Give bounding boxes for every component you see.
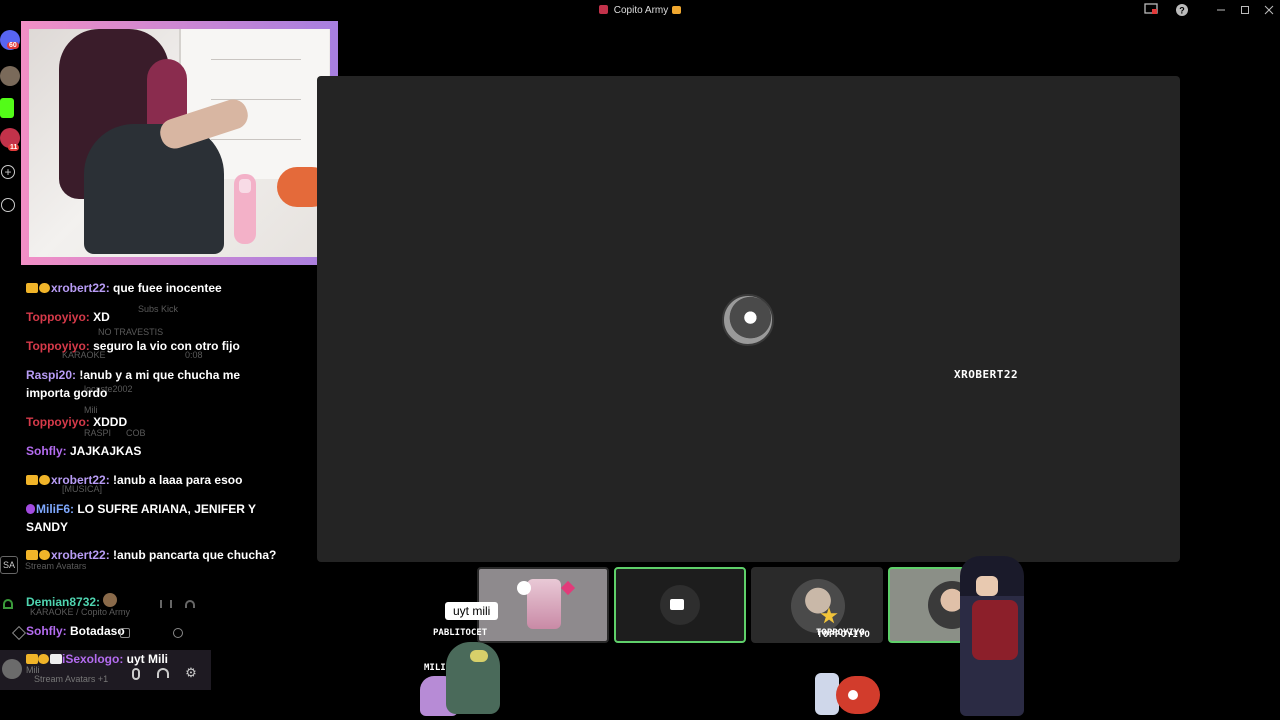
mail-badge-icon bbox=[50, 654, 62, 664]
chat-message: Raspi20: !anub y a mi que chucha me impo… bbox=[26, 366, 278, 402]
cat-emoji-icon bbox=[672, 6, 682, 14]
chat-message: Toppoyiyo: XD bbox=[26, 308, 278, 326]
webcam-overlay bbox=[21, 21, 338, 265]
pixel-avatar-sprite bbox=[836, 676, 880, 714]
crown-badge-icon bbox=[26, 283, 38, 293]
disconnect-icon[interactable] bbox=[185, 600, 195, 608]
server-avatar-icon[interactable] bbox=[0, 66, 20, 86]
voice-controls-ghost: SA bbox=[0, 553, 211, 643]
soundboard-icon[interactable] bbox=[173, 628, 183, 638]
close-icon[interactable] bbox=[1261, 3, 1277, 19]
window-title-text: Copito Army bbox=[613, 5, 669, 16]
speaker-name: XROBERT22 bbox=[954, 368, 1019, 381]
svg-text:?: ? bbox=[1179, 6, 1185, 16]
user-panel: iSexologo: uyt Mili Mili Stream Avatars … bbox=[0, 650, 211, 690]
kick-server-icon[interactable] bbox=[0, 98, 14, 118]
chat-text: seguro la vio con otro fijo bbox=[89, 339, 240, 353]
chat-username[interactable]: Raspi20: bbox=[26, 368, 76, 382]
camera-icon bbox=[670, 599, 684, 610]
microphone-icon[interactable] bbox=[132, 668, 140, 680]
chat-username[interactable]: iSexologo: bbox=[62, 652, 123, 666]
ghost-channel: NO TRAVESTIS bbox=[98, 327, 164, 337]
server-icon bbox=[598, 5, 608, 14]
screenshare-icon[interactable] bbox=[1143, 3, 1159, 19]
chat-username[interactable]: xrobert22: bbox=[51, 473, 110, 487]
one-badge-icon bbox=[39, 283, 50, 293]
avatar-name-label: PABLITOCET bbox=[433, 628, 488, 638]
headphones-icon[interactable] bbox=[157, 668, 169, 678]
chat-username[interactable]: Sohfly: bbox=[26, 444, 67, 458]
window-title: Copito Army bbox=[0, 5, 1280, 16]
settings-gear-icon[interactable]: ⚙ bbox=[184, 666, 198, 680]
title-bar: Copito Army ? bbox=[0, 0, 1280, 22]
chat-text: que fuee inocentee bbox=[109, 281, 222, 295]
chat-message: iSexologo: uyt Mili bbox=[26, 652, 206, 666]
chat-text: !anub a laaa para esoo bbox=[109, 473, 243, 487]
pixel-avatar-detail bbox=[470, 650, 488, 662]
heart-eyes-emoji-icon bbox=[517, 581, 531, 595]
chat-username[interactable]: MiliF6: bbox=[36, 502, 74, 516]
activity-status: Stream Avatars +1 bbox=[34, 674, 109, 684]
chat-message: MiliF6: LO SUFRE ARIANA, JENIFER Y SANDY bbox=[26, 500, 278, 536]
unread-badge: 60 bbox=[7, 42, 19, 49]
chat-text: JAJKAJKAS bbox=[66, 444, 142, 458]
participant-tile[interactable] bbox=[614, 567, 746, 643]
pixel-avatar-detail bbox=[976, 576, 998, 596]
chat-text: XD bbox=[89, 310, 110, 324]
speech-bubble: uyt mili bbox=[445, 602, 499, 620]
connection-icon bbox=[3, 599, 13, 609]
help-icon[interactable]: ? bbox=[1174, 3, 1190, 19]
stream-avatars-icon[interactable]: SA bbox=[0, 556, 18, 574]
chat-message: xrobert22: que fuee inocentee bbox=[26, 279, 278, 297]
pixel-avatar-detail bbox=[848, 690, 858, 700]
screen-icon[interactable] bbox=[11, 625, 27, 641]
chat-message: Toppoyiyo: seguro la vio con otro fijo bbox=[26, 337, 278, 355]
heart-icon bbox=[560, 580, 576, 596]
participant-avatar bbox=[527, 579, 561, 629]
chat-message: Sohfly: JAJKAJKAS bbox=[26, 442, 278, 460]
avatar[interactable] bbox=[2, 659, 22, 679]
speaker-avatar[interactable] bbox=[722, 294, 774, 346]
activity-icon[interactable] bbox=[120, 628, 130, 638]
chat-message: Toppoyiyo: XDDD bbox=[26, 413, 278, 431]
voice-wave-icon bbox=[160, 600, 172, 608]
webcam-image bbox=[29, 29, 330, 257]
add-server-icon[interactable]: + bbox=[1, 165, 15, 179]
chat-username[interactable]: Toppoyiyo: bbox=[26, 310, 90, 324]
chat-text: uyt Mili bbox=[123, 652, 169, 666]
crown-badge-icon bbox=[26, 475, 38, 485]
crown-badge-icon bbox=[26, 654, 38, 664]
unread-badge: 11 bbox=[8, 144, 20, 151]
participant-avatar bbox=[791, 579, 845, 633]
maximize-icon[interactable] bbox=[1237, 3, 1253, 19]
minimize-icon[interactable] bbox=[1213, 3, 1229, 19]
chat-text: XDDD bbox=[89, 415, 128, 429]
one-badge-icon bbox=[38, 654, 49, 664]
explore-icon[interactable] bbox=[1, 198, 15, 212]
pixel-avatar-detail bbox=[972, 600, 1018, 660]
chat-username[interactable]: Toppoyiyo: bbox=[26, 339, 90, 353]
chat-message: xrobert22: !anub a laaa para esoo bbox=[26, 471, 278, 489]
chat-username[interactable]: xrobert22: bbox=[51, 281, 110, 295]
one-badge-icon bbox=[39, 475, 50, 485]
server-sidebar: 60 11 + bbox=[0, 22, 22, 222]
chat-username[interactable]: Toppoyiyo: bbox=[26, 415, 90, 429]
participant-name-overlay: TOPPOYIYO bbox=[816, 628, 865, 638]
mic-badge-icon bbox=[26, 504, 35, 514]
main-stage: XROBERT22 bbox=[317, 76, 1180, 562]
